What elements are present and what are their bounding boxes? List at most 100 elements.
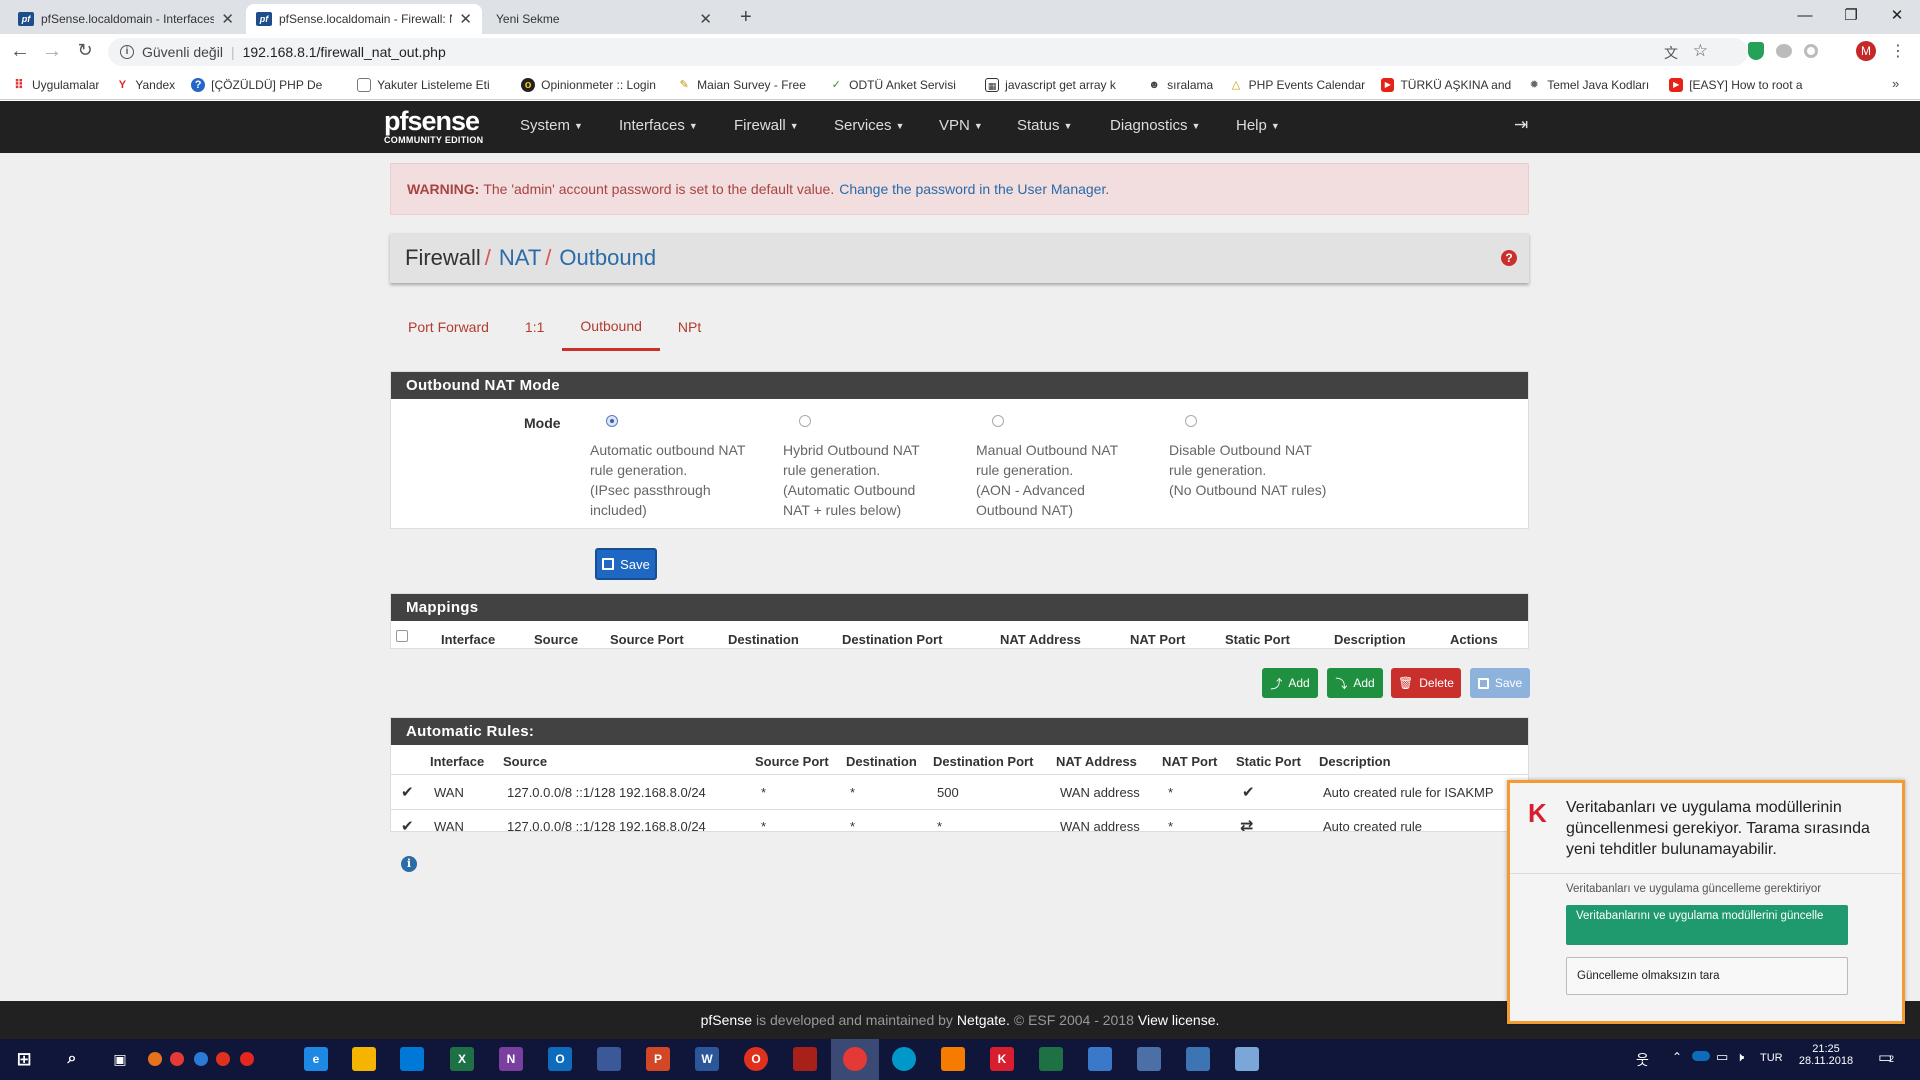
mode-option-manual[interactable]: Manual Outbound NAT rule generation. (AO… <box>976 415 1146 520</box>
browser-tab-firewall[interactable]: pf pfSense.localdomain - Firewall: N ✕ <box>246 4 482 34</box>
app-paint-icon[interactable] <box>1235 1047 1259 1071</box>
excel-icon[interactable]: X <box>450 1047 474 1071</box>
delete-button[interactable]: 🗑 Delete <box>1391 668 1461 698</box>
store-icon[interactable] <box>400 1047 424 1071</box>
bookmark-odtu[interactable]: ✓ ODTÜ Anket Servisi <box>829 78 969 92</box>
minimize-icon[interactable]: — <box>1782 0 1828 30</box>
task-view-icon[interactable]: ▣ <box>108 1047 132 1071</box>
save-mappings-button[interactable]: Save <box>1470 668 1530 698</box>
opera-small-icon[interactable] <box>216 1052 230 1066</box>
radio-manual[interactable] <box>992 415 1004 427</box>
chrome-small-icon[interactable] <box>170 1052 184 1066</box>
menu-help[interactable]: Help ▼ <box>1236 117 1280 134</box>
tab-one-to-one[interactable]: 1:1 <box>507 303 562 351</box>
app-green-icon[interactable] <box>1039 1047 1063 1071</box>
tab-npt[interactable]: NPt <box>660 303 719 351</box>
yandex-browser-icon[interactable] <box>240 1052 254 1066</box>
menu-diagnostics[interactable]: Diagnostics ▼ <box>1110 117 1200 134</box>
close-icon[interactable]: ✕ <box>459 10 472 28</box>
app-bird-icon[interactable] <box>1186 1047 1210 1071</box>
extension-cloud-icon[interactable] <box>1776 44 1792 58</box>
menu-status[interactable]: Status ▼ <box>1017 117 1072 134</box>
pfsense-logo[interactable]: pfsense COMMUNITY EDITION <box>384 107 483 145</box>
menu-firewall[interactable]: Firewall ▼ <box>734 117 799 134</box>
breadcrumb-outbound[interactable]: Outbound <box>559 245 656 271</box>
bookmark-java[interactable]: ✹ Temel Java Kodları <box>1527 78 1653 92</box>
chevron-up-icon[interactable]: ⌃ <box>1672 1050 1682 1064</box>
change-password-link[interactable]: Change the password in the User Manager. <box>839 181 1109 197</box>
extension-circle-icon[interactable] <box>1804 44 1818 58</box>
window-close-icon[interactable]: ✕ <box>1874 0 1920 30</box>
bookmark-php[interactable]: ? [ÇÖZÜLDÜ] PHP De <box>191 77 341 92</box>
ie-icon[interactable] <box>194 1052 208 1066</box>
restore-icon[interactable]: ❐ <box>1828 0 1874 30</box>
translate-icon[interactable]: 文 <box>1664 43 1678 63</box>
bookmark-php-events[interactable]: △ PHP Events Calendar <box>1229 78 1366 92</box>
people-icon[interactable]: 웃 <box>1636 1050 1649 1070</box>
powerpoint-icon[interactable]: P <box>646 1047 670 1071</box>
notification-center-icon[interactable]: ▭ 2 <box>1878 1048 1900 1068</box>
onedrive-icon[interactable] <box>1692 1051 1710 1061</box>
app-blue-icon[interactable] <box>1088 1047 1112 1071</box>
file-explorer-icon[interactable] <box>352 1047 376 1071</box>
help-icon[interactable]: ? <box>1501 250 1517 266</box>
bookmark-turku[interactable]: ▶ TÜRKÜ AŞKINA and <box>1381 77 1511 92</box>
search-icon[interactable]: ⌕ <box>60 1047 84 1071</box>
tab-port-forward[interactable]: Port Forward <box>390 303 507 351</box>
radio-automatic[interactable] <box>606 415 618 427</box>
bookmark-easy-root[interactable]: ▶ [EASY] How to root a <box>1669 77 1805 92</box>
firefox-icon[interactable] <box>148 1052 162 1066</box>
menu-system[interactable]: System ▼ <box>520 117 583 134</box>
radio-disable[interactable] <box>1185 415 1197 427</box>
reload-icon[interactable]: ↻ <box>73 40 97 61</box>
volume-muted-icon[interactable]: 🕨 <box>1736 1049 1744 1065</box>
clock[interactable]: 21:25 28.11.2018 <box>1796 1043 1856 1067</box>
scan-without-update-button[interactable]: Güncelleme olmaksızın tara <box>1566 957 1848 995</box>
close-icon[interactable]: ✕ <box>221 10 234 28</box>
profile-avatar[interactable]: M <box>1856 41 1876 61</box>
bookmark-yakuter[interactable]: Yakuter Listeleme Eti <box>357 77 505 92</box>
bookmark-javascript[interactable]: ▦ javascript get array k <box>985 77 1131 92</box>
update-databases-button[interactable]: Veritabanlarını ve uygulama modüllerini … <box>1566 905 1848 945</box>
browser-tab-new[interactable]: Yeni Sekme ✕ <box>486 4 722 34</box>
app-printer-icon[interactable] <box>1137 1047 1161 1071</box>
bookmark-maian[interactable]: ✎ Maian Survey - Free <box>677 78 813 92</box>
close-icon[interactable]: ✕ <box>699 10 712 28</box>
mode-option-automatic[interactable]: Automatic outbound NAT rule generation. … <box>590 415 760 520</box>
logout-icon[interactable]: ⇥ <box>1514 115 1528 135</box>
network-icon[interactable]: ▭ <box>1716 1049 1728 1065</box>
mode-option-hybrid[interactable]: Hybrid Outbound NAT rule generation. (Au… <box>783 415 953 520</box>
forward-icon[interactable]: → <box>40 40 64 63</box>
opera-icon[interactable]: O <box>744 1047 768 1071</box>
bookmark-apps[interactable]: ⠿ Uygulamalar <box>12 78 99 92</box>
more-bookmarks-icon[interactable]: » <box>1892 76 1899 91</box>
bookmark-opinionmeter[interactable]: o Opinionmeter :: Login <box>521 77 661 92</box>
menu-interfaces[interactable]: Interfaces ▼ <box>619 117 698 134</box>
app-bubble-icon[interactable] <box>892 1047 916 1071</box>
view-license-link[interactable]: View license. <box>1138 1012 1219 1028</box>
network-app-icon[interactable] <box>597 1047 621 1071</box>
menu-vpn[interactable]: VPN ▼ <box>939 117 983 134</box>
add-top-button[interactable]: ⤴ Add <box>1262 668 1318 698</box>
radio-hybrid[interactable] <box>799 415 811 427</box>
breadcrumb-nat[interactable]: NAT <box>499 245 541 271</box>
tab-outbound[interactable]: Outbound <box>562 303 660 351</box>
add-bottom-button[interactable]: ⤵ Add <box>1327 668 1383 698</box>
save-mode-button[interactable]: Save <box>595 548 657 580</box>
select-all-checkbox[interactable] <box>396 630 408 642</box>
edge-icon[interactable]: e <box>304 1047 328 1071</box>
word-icon[interactable]: W <box>695 1047 719 1071</box>
onenote-icon[interactable]: N <box>499 1047 523 1071</box>
address-bar[interactable]: i Güvenli değil | 192.168.8.1/firewall_n… <box>108 38 1748 66</box>
menu-services[interactable]: Services ▼ <box>834 117 904 134</box>
chrome-icon[interactable] <box>843 1047 867 1071</box>
new-tab-icon[interactable]: + <box>740 6 752 29</box>
bookmark-siralama[interactable]: ☻ sıralama <box>1147 78 1213 92</box>
outlook-icon[interactable]: O <box>548 1047 572 1071</box>
kaspersky-taskbar-icon[interactable]: K <box>990 1047 1014 1071</box>
back-icon[interactable]: ← <box>8 40 32 63</box>
info-icon[interactable]: i <box>120 45 134 59</box>
netgate-link[interactable]: Netgate. <box>957 1012 1010 1028</box>
extension-shield-icon[interactable] <box>1748 42 1764 60</box>
info-circle-icon[interactable]: i <box>401 856 417 872</box>
